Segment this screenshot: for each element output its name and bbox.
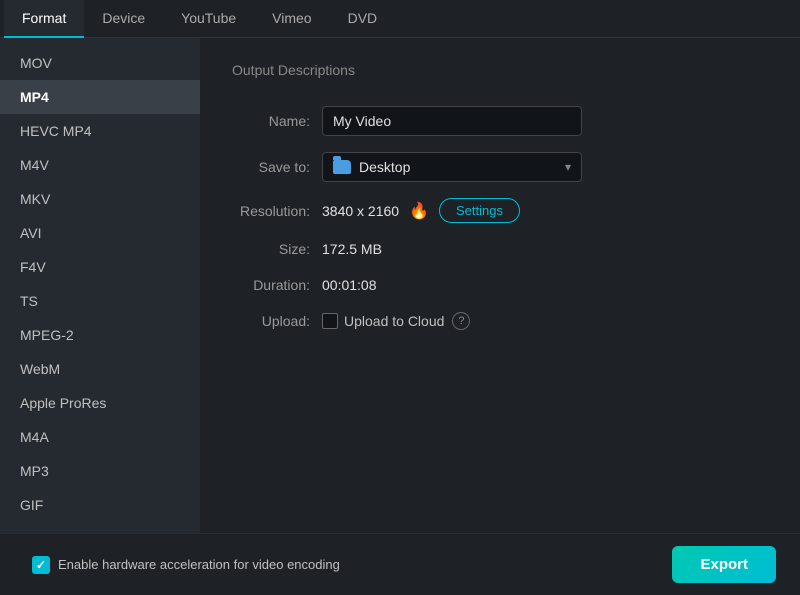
main-content: MOVMP4HEVC MP4M4VMKVAVIF4VTSMPEG-2WebMAp… xyxy=(0,38,800,533)
name-input[interactable] xyxy=(322,106,582,136)
sidebar-item-mkv[interactable]: MKV xyxy=(0,182,200,216)
duration-label: Duration: xyxy=(232,267,322,303)
sidebar-item-avi[interactable]: AVI xyxy=(0,216,200,250)
content-panel: Output Descriptions Name: Save to: Deskt… xyxy=(200,38,800,533)
size-label: Size: xyxy=(232,231,322,267)
sidebar-item-mov[interactable]: MOV xyxy=(0,46,200,80)
resolution-value: 3840 x 2160 🔥 Settings xyxy=(322,190,768,231)
name-value xyxy=(322,98,768,144)
size-row: Size: 172.5 MB xyxy=(232,231,768,267)
duration-row: Duration: 00:01:08 xyxy=(232,267,768,303)
save-to-label: Save to: xyxy=(232,144,322,190)
help-icon[interactable]: ? xyxy=(452,312,470,330)
export-button[interactable]: Export xyxy=(672,546,776,583)
folder-icon xyxy=(333,160,351,174)
size-value: 172.5 MB xyxy=(322,231,768,267)
fire-icon: 🔥 xyxy=(409,201,429,221)
upload-cloud-label: Upload to Cloud xyxy=(344,313,444,329)
sidebar-item-av1[interactable]: AV1 xyxy=(0,522,200,533)
name-row: Name: xyxy=(232,98,768,144)
tab-dvd[interactable]: DVD xyxy=(330,0,396,38)
tab-vimeo[interactable]: Vimeo xyxy=(254,0,329,38)
upload-row: Upload: Upload to Cloud ? xyxy=(232,303,768,339)
sidebar-item-mp4[interactable]: MP4 xyxy=(0,80,200,114)
sidebar-item-mp3[interactable]: MP3 xyxy=(0,454,200,488)
resolution-label: Resolution: xyxy=(232,190,322,231)
chevron-down-icon: ▾ xyxy=(565,160,571,174)
tab-bar: FormatDeviceYouTubeVimeoDVD xyxy=(0,0,800,38)
name-label: Name: xyxy=(232,98,322,144)
size-text: 172.5 MB xyxy=(322,241,382,257)
sidebar-item-webm[interactable]: WebM xyxy=(0,352,200,386)
bottom-bar: ✓ Enable hardware acceleration for video… xyxy=(0,533,800,595)
upload-label: Upload: xyxy=(232,303,322,339)
hw-accel-row: ✓ Enable hardware acceleration for video… xyxy=(32,556,340,574)
tab-device[interactable]: Device xyxy=(84,0,163,38)
save-to-value: Desktop ▾ xyxy=(322,144,768,190)
sidebar-item-hevc-mp4[interactable]: HEVC MP4 xyxy=(0,114,200,148)
sidebar-item-m4a[interactable]: M4A xyxy=(0,420,200,454)
duration-value: 00:01:08 xyxy=(322,267,768,303)
sidebar-item-m4v[interactable]: M4V xyxy=(0,148,200,182)
resolution-row: Resolution: 3840 x 2160 🔥 Settings xyxy=(232,190,768,231)
save-to-dropdown[interactable]: Desktop ▾ xyxy=(322,152,582,182)
save-to-row: Save to: Desktop ▾ xyxy=(232,144,768,190)
output-form: Name: Save to: Desktop ▾ xyxy=(232,98,768,339)
sidebar-item-apple-prores[interactable]: Apple ProRes xyxy=(0,386,200,420)
upload-checkbox-container[interactable]: Upload to Cloud xyxy=(322,313,444,329)
sidebar-item-f4v[interactable]: F4V xyxy=(0,250,200,284)
settings-button[interactable]: Settings xyxy=(439,198,520,223)
upload-value: Upload to Cloud ? xyxy=(322,303,768,339)
tab-format[interactable]: Format xyxy=(4,0,84,38)
checkmark-icon: ✓ xyxy=(36,558,46,572)
save-to-text: Desktop xyxy=(359,159,410,175)
sidebar-item-ts[interactable]: TS xyxy=(0,284,200,318)
sidebar: MOVMP4HEVC MP4M4VMKVAVIF4VTSMPEG-2WebMAp… xyxy=(0,38,200,533)
upload-checkbox[interactable] xyxy=(322,313,338,329)
resolution-text: 3840 x 2160 xyxy=(322,203,399,219)
tab-youtube[interactable]: YouTube xyxy=(163,0,254,38)
sidebar-item-gif[interactable]: GIF xyxy=(0,488,200,522)
section-title: Output Descriptions xyxy=(232,62,768,78)
duration-text: 00:01:08 xyxy=(322,277,377,293)
hw-accel-label: Enable hardware acceleration for video e… xyxy=(58,557,340,572)
sidebar-item-mpeg2[interactable]: MPEG-2 xyxy=(0,318,200,352)
hw-accel-checkbox[interactable]: ✓ xyxy=(32,556,50,574)
